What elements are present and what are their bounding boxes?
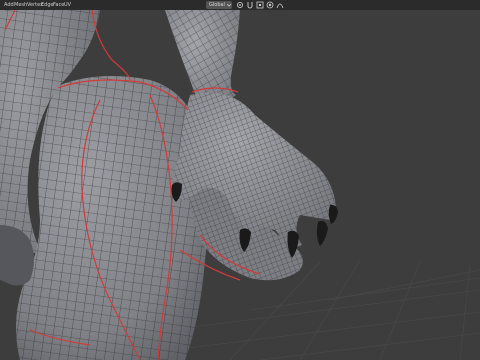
snap-icon[interactable] [246,1,254,9]
chevron-down-icon [227,3,231,7]
menu-uv[interactable]: UV [63,0,72,10]
viewport-header: Add Mesh Vertex Edge Face UV Global [0,0,480,10]
viewport-canvas[interactable] [0,10,480,360]
orientation-value: Global [209,2,225,8]
3d-viewport[interactable] [0,10,480,360]
orientation-dropdown[interactable]: Global [206,1,232,9]
blender-window: Add Mesh Vertex Edge Face UV Global [0,0,480,360]
proportional-edit-icon[interactable] [266,1,274,9]
falloff-icon[interactable] [276,1,284,9]
magnet-icon[interactable] [256,1,264,9]
transform-pivot-icon[interactable] [236,1,244,9]
